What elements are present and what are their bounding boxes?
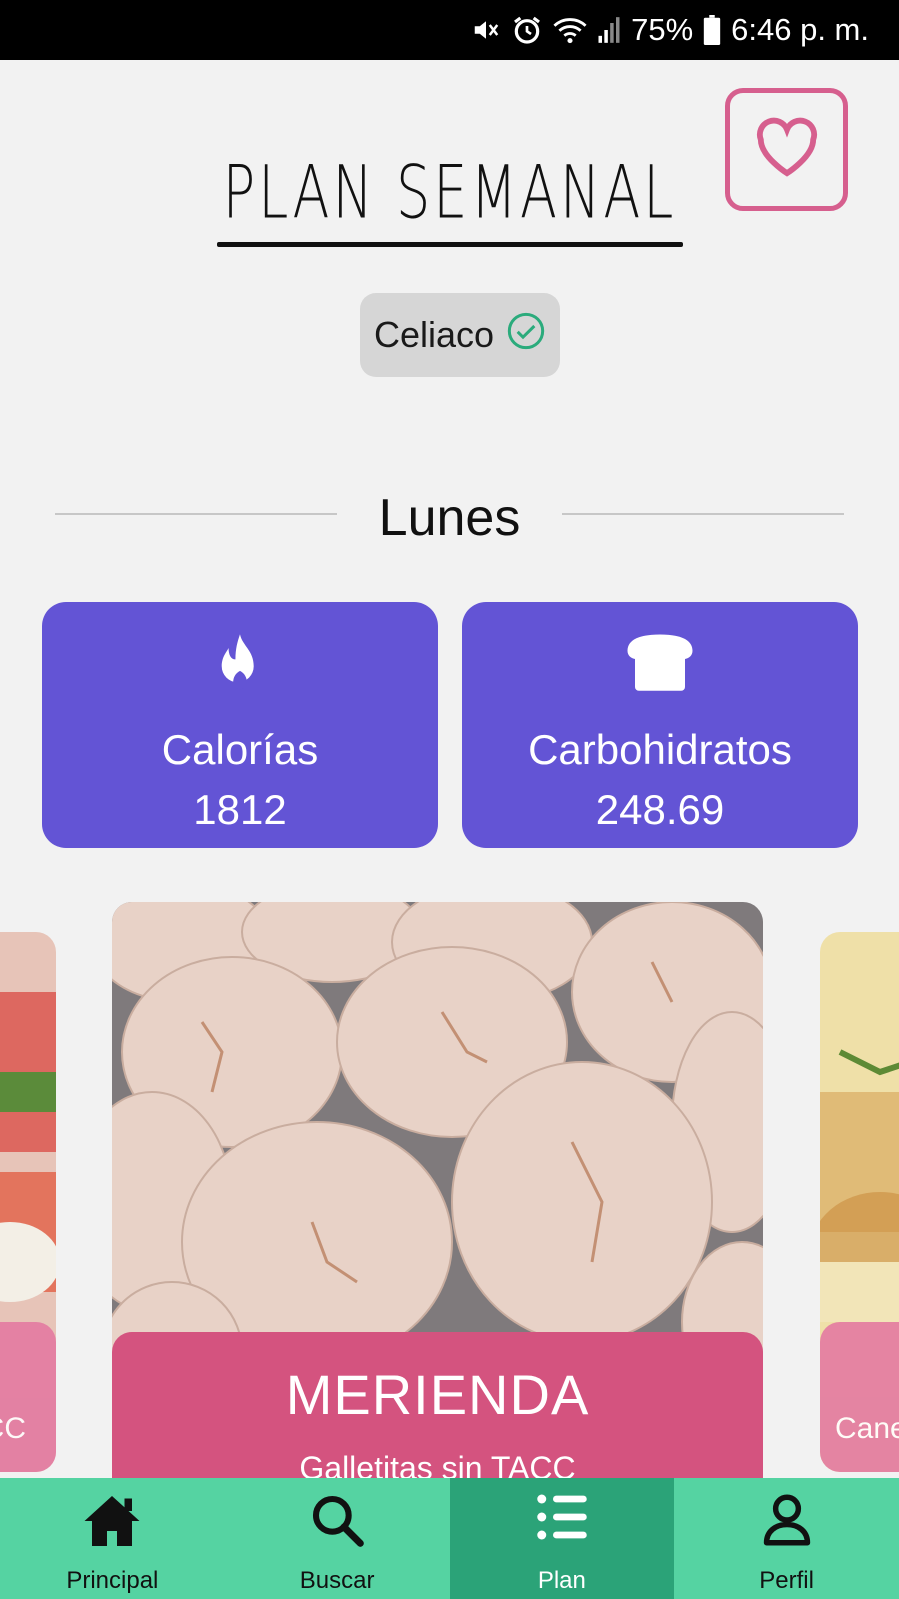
meal-label-previous: CC: [0, 1322, 56, 1472]
wifi-icon: [553, 15, 587, 45]
home-icon: [82, 1492, 142, 1555]
favorite-button[interactable]: [725, 88, 848, 211]
carbs-label: Carbohidratos: [528, 726, 792, 773]
user-icon: [762, 1492, 812, 1553]
diet-chip[interactable]: Celiaco: [360, 293, 560, 377]
heart-icon: [752, 115, 822, 184]
meal-card-previous[interactable]: CC: [0, 932, 56, 1472]
flame-icon: [212, 632, 268, 701]
nav-label-plan: Plan: [537, 1567, 586, 1594]
check-circle-icon: [506, 311, 546, 360]
nav-item-perfil[interactable]: Perfil: [674, 1478, 899, 1599]
nav-item-plan[interactable]: Plan: [449, 1478, 675, 1599]
search-icon: [309, 1492, 365, 1553]
calories-card: Calorías 1812: [42, 602, 438, 848]
bread-icon: [625, 632, 695, 697]
carbs-card: Carbohidratos 248.69: [462, 602, 858, 848]
meal-name-previous: CC: [0, 1412, 26, 1445]
nav-label-buscar: Buscar: [299, 1567, 375, 1594]
battery-icon: [703, 15, 721, 45]
nav-item-buscar[interactable]: Buscar: [225, 1478, 450, 1599]
meal-type: MERIENDA: [285, 1363, 590, 1426]
list-icon: [535, 1492, 589, 1547]
meal-label-next: Cane: [820, 1322, 899, 1472]
mute-icon: [471, 15, 501, 45]
bottom-nav: Principal Buscar Plan Perfil: [0, 1478, 899, 1599]
carbs-value: 248.69: [595, 786, 725, 833]
meal-card-next[interactable]: Cane: [820, 932, 899, 1472]
calories-value: 1812: [193, 786, 287, 833]
battery-percent: 75%: [631, 12, 694, 47]
alarm-icon: [511, 14, 543, 46]
meal-label-current: MERIENDA Galletitas sin TACC: [112, 1332, 763, 1502]
meal-card-current[interactable]: MERIENDA Galletitas sin TACC: [112, 902, 763, 1502]
nav-label-principal: Principal: [66, 1567, 159, 1594]
status-bar: 75% 6:46 p. m.: [0, 0, 899, 60]
nav-label-perfil: Perfil: [759, 1567, 814, 1594]
calories-label: Calorías: [161, 726, 319, 773]
nav-item-principal[interactable]: Principal: [0, 1478, 225, 1599]
day-label: Lunes: [378, 489, 521, 547]
clock-time: 6:46 p. m.: [731, 12, 869, 47]
diet-chip-label: Celiaco: [373, 314, 495, 355]
title-underline: [217, 242, 683, 247]
signal-icon: [597, 16, 621, 44]
meal-name-next: Cane: [835, 1412, 899, 1445]
